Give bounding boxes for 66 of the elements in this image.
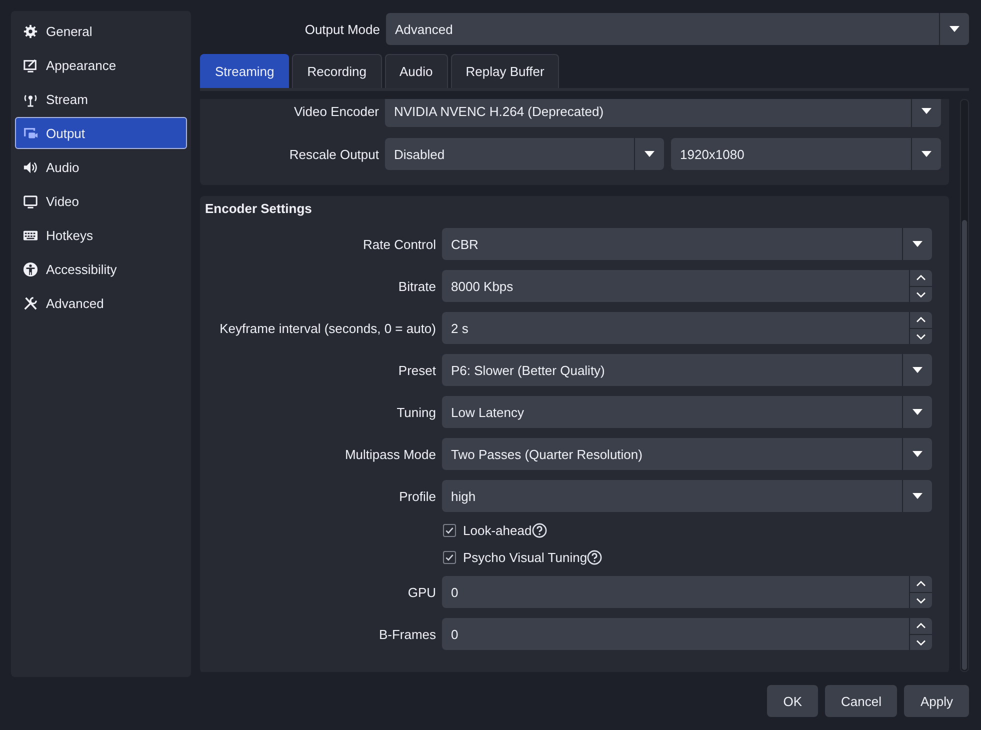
checkbox[interactable] xyxy=(443,524,456,537)
checkbox-label[interactable]: Look-ahead xyxy=(463,523,532,538)
dialog-button[interactable]: Cancel xyxy=(825,685,898,717)
dropdown-arrow-icon xyxy=(921,108,932,114)
sidebar-item[interactable]: Audio xyxy=(15,151,187,183)
dropdown[interactable]: high xyxy=(442,480,932,512)
accessibility-icon xyxy=(23,262,38,276)
dropdown-arrow-icon xyxy=(644,151,655,157)
rescale-output-dropdown[interactable]: Disabled xyxy=(385,138,664,170)
field-label: Tuning xyxy=(396,404,436,420)
field-label: Profile xyxy=(398,488,436,504)
scrollbar-thumb[interactable] xyxy=(962,220,967,670)
tools-icon xyxy=(23,296,38,310)
sidebar-item[interactable]: Video xyxy=(15,185,187,217)
dropdown[interactable]: Low Latency xyxy=(442,396,932,428)
field-label: Multipass Mode xyxy=(344,446,436,462)
dropdown[interactable]: Two Passes (Quarter Resolution) xyxy=(442,438,932,470)
sidebar-item[interactable]: Advanced xyxy=(15,287,187,319)
help-icon[interactable] xyxy=(532,523,547,538)
dropdown-arrow-icon xyxy=(921,151,932,157)
dialog-button[interactable]: OK xyxy=(767,685,818,717)
group-title: Encoder Settings xyxy=(205,202,313,218)
checkbox[interactable] xyxy=(443,551,456,564)
dropdown[interactable]: CBR xyxy=(442,228,932,260)
sidebar-item[interactable]: Appearance xyxy=(15,49,187,81)
field-label: GPU xyxy=(406,584,436,600)
sidebar-item[interactable]: General xyxy=(15,15,187,47)
resolution-dropdown[interactable]: 1920x1080 xyxy=(671,138,941,170)
spin-box[interactable]: 0 xyxy=(442,618,932,650)
gear-icon xyxy=(23,24,38,38)
dialog-button[interactable]: Apply xyxy=(904,685,969,717)
sidebar-item[interactable]: Accessibility xyxy=(15,253,187,285)
sidebar-item[interactable]: Output xyxy=(15,117,187,149)
dropdown-arrow-icon xyxy=(912,241,923,247)
spin-box[interactable]: 8000 Kbps xyxy=(442,270,932,302)
checkbox-label[interactable]: Psycho Visual Tuning xyxy=(463,550,588,565)
scrollbar[interactable] xyxy=(960,99,969,672)
field-label: Video Encoder xyxy=(292,104,379,118)
field-label: Bitrate xyxy=(397,278,436,294)
field-label: Rate Control xyxy=(362,236,436,252)
spin-box[interactable]: 0 xyxy=(442,576,932,608)
tab[interactable]: Replay Buffer xyxy=(450,54,560,88)
output-mode-dropdown[interactable]: Advanced xyxy=(386,13,969,45)
field-label: Preset xyxy=(397,362,436,378)
dropdown[interactable]: P6: Slower (Better Quality) xyxy=(442,354,932,386)
field-label: B-Frames xyxy=(378,626,436,642)
dropdown-arrow-icon xyxy=(949,26,960,32)
speaker-icon xyxy=(23,160,38,174)
video-encoder-dropdown[interactable]: NVIDIA NVENC H.264 (Deprecated) xyxy=(385,99,941,127)
dropdown-arrow-icon xyxy=(912,493,923,499)
field-label: Keyframe interval (seconds, 0 = auto) xyxy=(218,320,436,336)
spin-box[interactable]: 2 s xyxy=(442,312,932,344)
sidebar-item[interactable]: Stream xyxy=(15,83,187,115)
help-icon[interactable] xyxy=(587,550,602,565)
sidebar-item[interactable]: Hotkeys xyxy=(15,219,187,251)
screen-camera-icon xyxy=(23,126,38,140)
field-label: Rescale Output xyxy=(288,146,379,162)
monitor-brush-icon xyxy=(23,58,38,72)
tab[interactable]: Audio xyxy=(384,54,448,88)
dropdown-arrow-icon xyxy=(912,451,923,457)
monitor-icon xyxy=(23,194,38,208)
dropdown-arrow-icon xyxy=(912,409,923,415)
tab[interactable]: Streaming xyxy=(200,54,290,88)
output-mode-label: Output Mode xyxy=(304,22,380,36)
dropdown-arrow-icon xyxy=(912,367,923,373)
tab[interactable]: Recording xyxy=(292,54,382,88)
